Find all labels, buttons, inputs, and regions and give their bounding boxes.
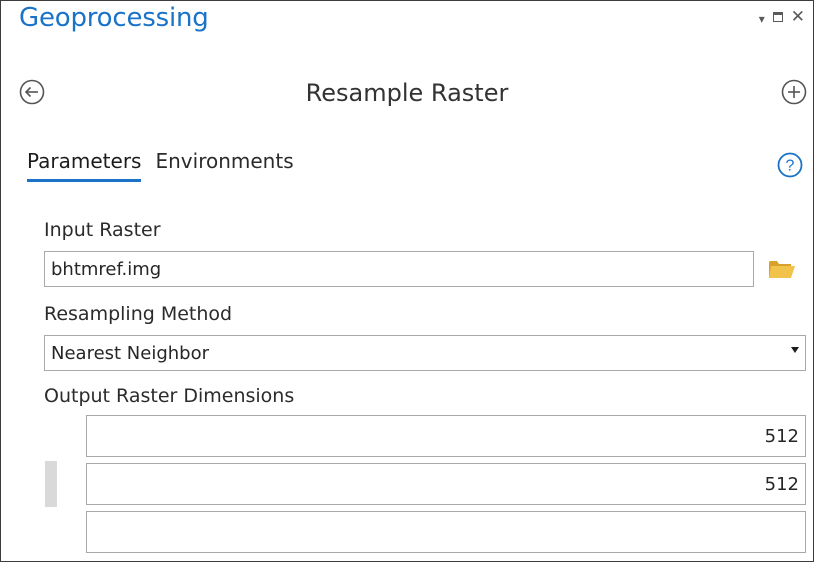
resampling-method-select[interactable]: Nearest Neighbor — [44, 335, 806, 371]
output-dimension-value: 512 — [764, 425, 799, 447]
window-controls: ▾ ✕ — [759, 5, 805, 29]
tool-title: Resample Raster — [305, 79, 509, 107]
input-raster-label: Input Raster — [44, 219, 161, 241]
input-raster-value: bhtmref.img — [51, 258, 162, 280]
restore-window-icon[interactable] — [772, 12, 783, 22]
row-drag-handle[interactable] — [45, 461, 57, 507]
dropdown-arrow-icon — [791, 347, 799, 353]
resampling-method-value: Nearest Neighbor — [51, 342, 210, 364]
input-raster-field[interactable]: bhtmref.img — [44, 251, 754, 287]
output-dimensions-label: Output Raster Dimensions — [44, 385, 295, 407]
resampling-method-label: Resampling Method — [44, 303, 233, 325]
svg-text:?: ? — [786, 158, 795, 175]
tab-strip: Parameters Environments — [27, 149, 294, 182]
tab-parameters[interactable]: Parameters — [27, 149, 142, 182]
pane-title: Geoprocessing — [19, 3, 209, 33]
output-dimension-row-3[interactable] — [86, 511, 806, 553]
output-dimension-row-1[interactable]: 512 — [86, 415, 806, 457]
pane-menu-chevron-icon[interactable]: ▾ — [759, 13, 765, 25]
output-dimension-row-2[interactable]: 512 — [86, 463, 806, 505]
geoprocessing-pane: Geoprocessing ▾ ✕ Resample Raster Parame… — [0, 0, 814, 562]
output-dimension-value: 512 — [764, 473, 799, 495]
add-plus-icon[interactable] — [781, 79, 807, 105]
close-icon[interactable]: ✕ — [791, 8, 805, 26]
help-icon[interactable]: ? — [777, 152, 803, 178]
browse-folder-icon[interactable] — [767, 255, 797, 283]
tab-environments[interactable]: Environments — [155, 149, 293, 182]
